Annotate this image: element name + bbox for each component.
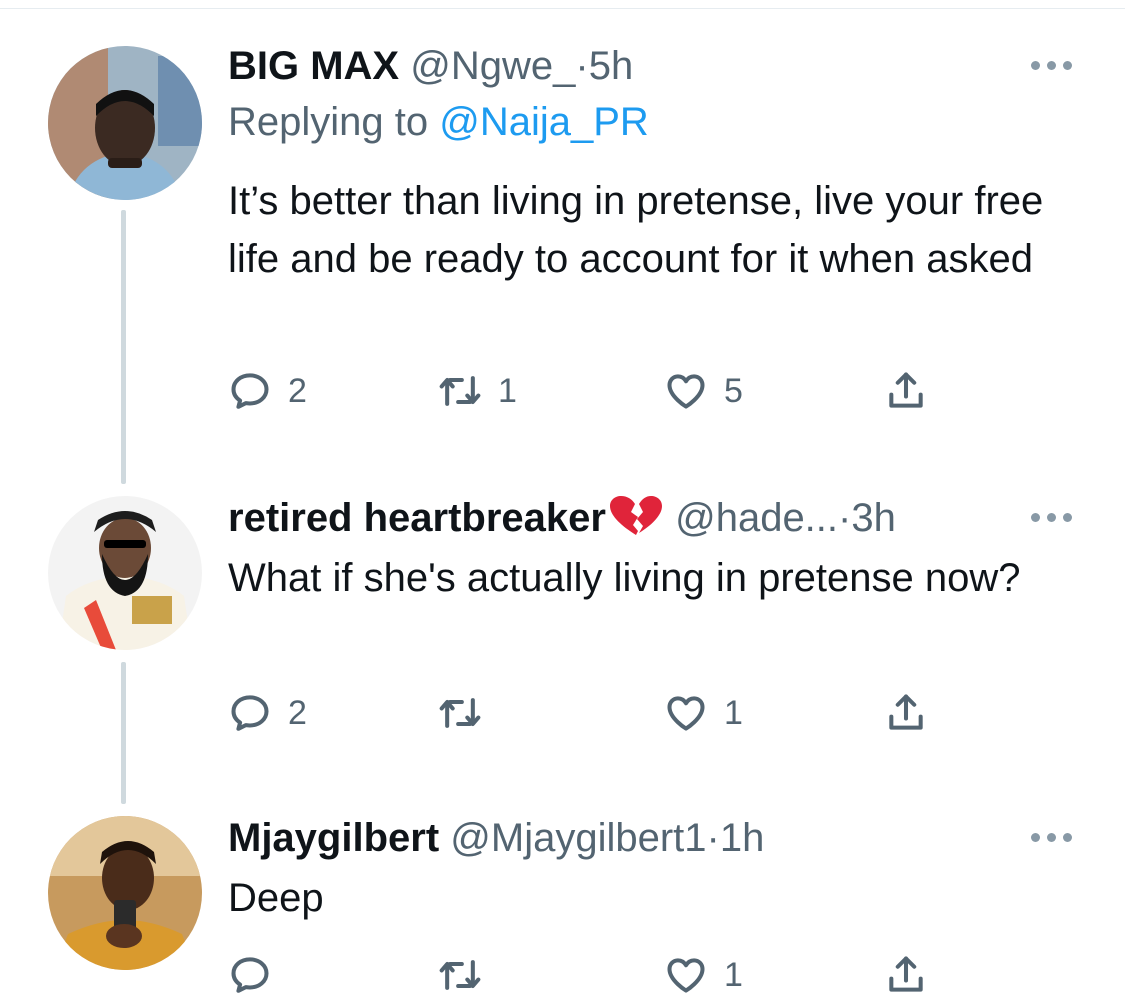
share-button[interactable]: [884, 368, 928, 414]
like-button[interactable]: 5: [664, 368, 743, 414]
display-name[interactable]: retired heartbreaker: [228, 496, 664, 540]
tweet-3[interactable]: Mjaygilbert @Mjaygilbert1·1h Deep 1: [0, 810, 1125, 1006]
display-name[interactable]: Mjaygilbert: [228, 816, 439, 860]
heart-icon: [664, 369, 708, 413]
replying-mention[interactable]: @Naija_PR: [439, 100, 649, 144]
tweet-actions: 2 1 5: [228, 368, 948, 414]
thread-line: [121, 210, 126, 484]
broken-heart-icon: [608, 495, 664, 537]
tweet-header: Mjaygilbert @Mjaygilbert1·1h: [228, 813, 764, 863]
more-icon[interactable]: [1031, 830, 1073, 844]
like-button[interactable]: 1: [664, 952, 743, 998]
retweet-button[interactable]: [438, 690, 498, 736]
user-handle[interactable]: @Ngwe_: [410, 44, 575, 88]
reply-button[interactable]: [228, 952, 288, 998]
replying-prefix: Replying to: [228, 100, 429, 144]
share-button[interactable]: [884, 952, 928, 998]
like-count: 5: [724, 371, 743, 410]
retweet-button[interactable]: 1: [438, 368, 517, 414]
replying-to: Replying to @Naija_PR: [228, 100, 649, 145]
reply-icon: [228, 691, 272, 735]
share-icon: [884, 369, 928, 413]
tweet-text: What if she's actually living in pretens…: [228, 556, 1021, 600]
like-button[interactable]: 1: [664, 690, 743, 736]
share-icon: [884, 953, 928, 997]
reply-count: 2: [288, 371, 307, 410]
thread-line: [121, 662, 126, 804]
retweet-button[interactable]: [438, 952, 498, 998]
reply-icon: [228, 369, 272, 413]
heart-icon: [664, 691, 708, 735]
avatar[interactable]: [48, 46, 202, 200]
reply-button[interactable]: 2: [228, 690, 307, 736]
heart-icon: [664, 953, 708, 997]
timestamp[interactable]: 5h: [589, 44, 634, 88]
share-icon: [884, 691, 928, 735]
retweet-count: 1: [498, 371, 517, 410]
reply-count: 2: [288, 693, 307, 732]
retweet-icon: [438, 369, 482, 413]
like-count: 1: [724, 693, 743, 732]
retweet-icon: [438, 691, 482, 735]
user-handle[interactable]: @Mjaygilbert1: [450, 816, 706, 860]
tweet-actions: 1: [228, 952, 948, 998]
tweet-1[interactable]: BIG MAX @Ngwe_·5h Replying to @Naija_PR …: [0, 0, 1125, 490]
share-button[interactable]: [884, 690, 928, 736]
tweet-text: It’s better than living in pretense, liv…: [228, 179, 1044, 281]
user-handle[interactable]: @hade...: [675, 496, 838, 540]
avatar[interactable]: [48, 816, 202, 970]
tweet-2[interactable]: retired heartbreaker @hade...·3h What if…: [0, 490, 1125, 810]
separator-dot: ·: [838, 496, 852, 540]
reply-button[interactable]: 2: [228, 368, 307, 414]
separator-dot: ·: [575, 44, 589, 88]
like-count: 1: [724, 955, 743, 994]
separator-dot: ·: [706, 816, 720, 860]
tweet-header: retired heartbreaker @hade...·3h: [228, 493, 896, 543]
more-icon[interactable]: [1031, 510, 1073, 524]
reply-icon: [228, 953, 272, 997]
avatar[interactable]: [48, 496, 202, 650]
display-name[interactable]: BIG MAX: [228, 44, 399, 88]
timestamp[interactable]: 3h: [851, 496, 896, 540]
timestamp[interactable]: 1h: [720, 816, 765, 860]
tweet-header: BIG MAX @Ngwe_·5h: [228, 41, 633, 91]
tweet-actions: 2 1: [228, 690, 948, 736]
tweet-text: Deep: [228, 876, 324, 920]
retweet-icon: [438, 953, 482, 997]
more-icon[interactable]: [1031, 58, 1073, 72]
